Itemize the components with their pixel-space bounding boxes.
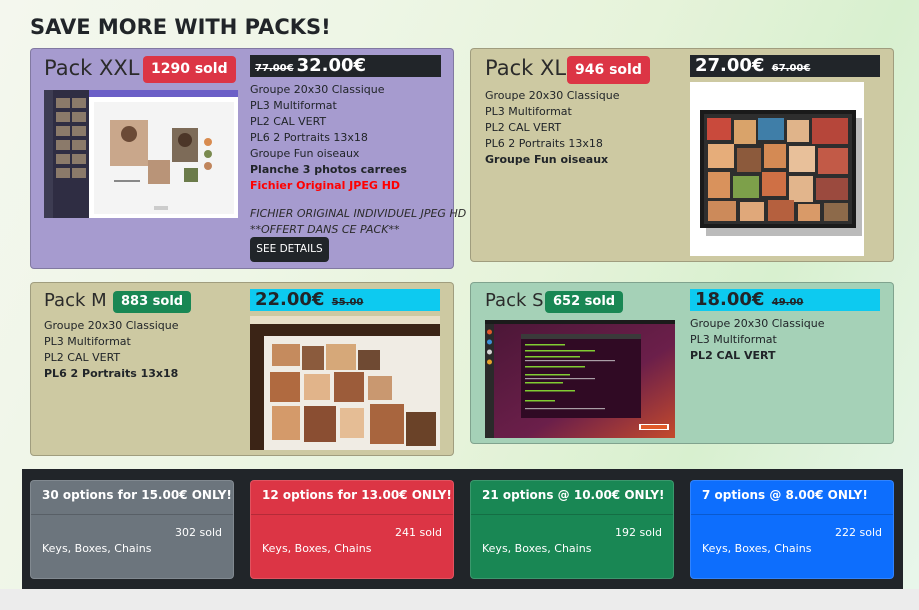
offer-title: 7 options @ 8.00€ ONLY! [691, 481, 893, 515]
feature-item: Groupe Fun oiseaux [485, 153, 609, 166]
feature-item: PL3 Multiformat [690, 333, 777, 346]
pack-xl-price: 27.00€ [695, 55, 765, 76]
pack-s-price: 18.00€ [695, 289, 765, 310]
feature-item: PL6 2 Portraits 13x18 [250, 131, 368, 144]
pack-xl-price-bar: 27.00€ 67.00€ [690, 55, 880, 77]
pack-xl-old-price: 67.00€ [771, 63, 811, 74]
offer-title: 21 options @ 10.00€ ONLY! [471, 481, 673, 515]
feature-item: PL3 Multiformat [485, 105, 572, 118]
offer-items: Keys, Boxes, Chains [702, 542, 812, 555]
offer-card-12-options[interactable]: 12 options for 13.00€ ONLY! 241 sold Key… [250, 480, 454, 579]
pack-s-sold-badge: 652 sold [545, 291, 624, 313]
pack-s-price-bar: 18.00€ 49.00 [690, 289, 880, 311]
pack-m-old-price: 55.00 [331, 297, 364, 308]
feature-item: Groupe 20x30 Classique [250, 83, 385, 96]
pack-xxl-note: FICHIER ORIGINAL INDIVIDUEL JPEG HD **OF… [250, 206, 466, 238]
offer-title: 12 options for 13.00€ ONLY! [251, 481, 453, 515]
feature-item: PL3 Multiformat [44, 335, 131, 348]
feature-item: Groupe 20x30 Classique [485, 89, 620, 102]
pack-m-sold-badge: 883 sold [113, 291, 192, 313]
pack-s-card: Pack S 652 sold 18.00€ 49.00 Groupe 20x3… [470, 282, 894, 444]
pack-xxl-title: Pack XXL [44, 56, 140, 80]
feature-item: PL2 CAL VERT [485, 121, 562, 134]
offer-items: Keys, Boxes, Chains [42, 542, 152, 555]
pack-s-preview-image [485, 320, 675, 438]
feature-item: Groupe 20x30 Classique [44, 319, 179, 332]
pack-xxl-preview-image [44, 90, 238, 218]
page-title: SAVE MORE WITH PACKS! [30, 15, 331, 39]
offer-card-7-options[interactable]: 7 options @ 8.00€ ONLY! 222 sold Keys, B… [690, 480, 894, 579]
pack-s-feature-list: Groupe 20x30 Classique PL3 Multiformat P… [690, 316, 824, 364]
pack-xl-title: Pack XL [485, 56, 567, 80]
options-offers-panel: 30 options for 15.00€ ONLY! 302 sold Key… [22, 469, 903, 589]
pack-s-old-price: 49.00 [771, 297, 804, 308]
pack-s-title: Pack S [485, 290, 544, 311]
feature-item: PL2 CAL VERT [250, 115, 327, 128]
offer-card-30-options[interactable]: 30 options for 15.00€ ONLY! 302 sold Key… [30, 480, 234, 579]
feature-item: PL6 2 Portraits 13x18 [485, 137, 603, 150]
offer-sold-count: 302 sold [175, 526, 222, 539]
pack-xl-card: Pack XL 946 sold 27.00€ 67.00€ Groupe 20… [470, 48, 894, 262]
offer-sold-count: 192 sold [615, 526, 662, 539]
see-details-button[interactable]: SEE DETAILS [250, 237, 329, 262]
pack-xxl-old-price: 77.00€ [255, 63, 294, 74]
feature-item: PL6 2 Portraits 13x18 [44, 367, 179, 380]
pack-xxl-card: Pack XXL 1290 sold 77.00€ 32.00€ Groupe … [30, 48, 466, 269]
pack-xl-preview-image [690, 82, 864, 256]
feature-item: PL2 CAL VERT [44, 351, 121, 364]
pack-xl-sold-badge: 946 sold [567, 56, 650, 84]
feature-item: Groupe Fun oiseaux [250, 147, 360, 160]
pack-xxl-sold-badge: 1290 sold [143, 56, 236, 83]
pack-m-price: 22.00€ [255, 289, 325, 310]
feature-item: Groupe 20x30 Classique [690, 317, 825, 330]
pack-m-preview-image [250, 316, 440, 450]
pack-xxl-price-bar: 77.00€ 32.00€ [250, 55, 441, 77]
offer-sold-count: 241 sold [395, 526, 442, 539]
pack-m-title: Pack M [44, 290, 107, 311]
pack-xl-feature-list: Groupe 20x30 Classique PL3 Multiformat P… [485, 88, 619, 168]
note-line: FICHIER ORIGINAL INDIVIDUEL JPEG HD [250, 207, 467, 220]
feature-item: PL3 Multiformat [250, 99, 337, 112]
offer-title: 30 options for 15.00€ ONLY! [31, 481, 233, 515]
feature-item-highlight: Fichier Original JPEG HD [250, 179, 401, 192]
pack-m-card: Pack M 883 sold 22.00€ 55.00 Groupe 20x3… [30, 282, 454, 456]
feature-item: Planche 3 photos carrees [250, 163, 407, 176]
pack-m-price-bar: 22.00€ 55.00 [250, 289, 440, 311]
offer-card-21-options[interactable]: 21 options @ 10.00€ ONLY! 192 sold Keys,… [470, 480, 674, 579]
note-line: **OFFERT DANS CE PACK** [250, 223, 400, 236]
offer-items: Keys, Boxes, Chains [482, 542, 592, 555]
page-footer-strip [0, 589, 919, 610]
pack-xxl-price: 32.00€ [296, 55, 367, 76]
offer-items: Keys, Boxes, Chains [262, 542, 372, 555]
feature-item: PL2 CAL VERT [690, 349, 776, 362]
pack-m-feature-list: Groupe 20x30 Classique PL3 Multiformat P… [44, 318, 178, 382]
pack-xxl-feature-list: Groupe 20x30 Classique PL3 Multiformat P… [250, 82, 407, 194]
offer-sold-count: 222 sold [835, 526, 882, 539]
